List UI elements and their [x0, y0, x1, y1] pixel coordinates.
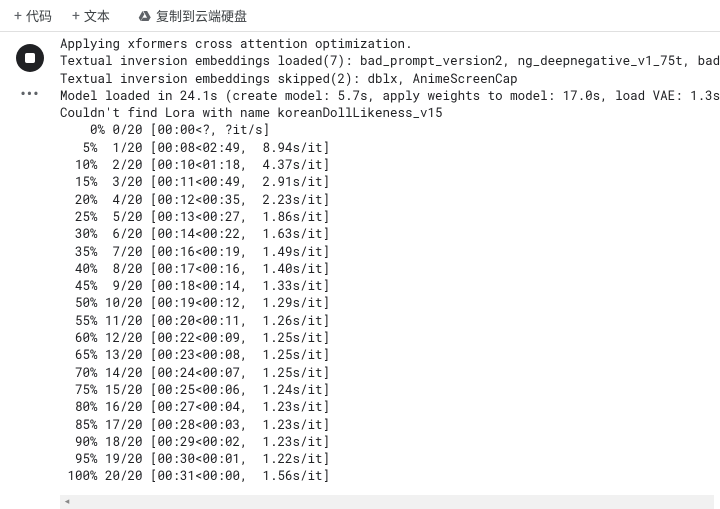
add-text-label: 文本	[84, 6, 110, 25]
scrollbar-track	[60, 495, 714, 509]
more-actions-button[interactable]: •••	[20, 86, 39, 102]
cell-gutter: •••	[0, 32, 60, 495]
toolbar: + 代码 + 文本 复制到云端硬盘	[0, 0, 720, 32]
cell-output: Applying xformers cross attention optimi…	[60, 32, 720, 495]
scroll-left-arrow-icon[interactable]: ◂	[60, 495, 74, 509]
copy-to-drive-label: 复制到云端硬盘	[156, 6, 247, 25]
add-text-button[interactable]: + 文本	[66, 2, 116, 29]
copy-to-drive-button[interactable]: 复制到云端硬盘	[132, 2, 253, 29]
plus-icon: +	[14, 8, 22, 24]
cell-area: ••• Applying xformers cross attention op…	[0, 32, 720, 495]
google-drive-icon	[138, 9, 152, 23]
stop-execution-button[interactable]	[16, 44, 44, 72]
add-code-button[interactable]: + 代码	[8, 2, 58, 29]
add-code-label: 代码	[26, 6, 52, 25]
horizontal-scrollbar[interactable]: ◂	[60, 495, 714, 509]
plus-icon: +	[72, 8, 80, 24]
stop-icon	[25, 53, 35, 63]
